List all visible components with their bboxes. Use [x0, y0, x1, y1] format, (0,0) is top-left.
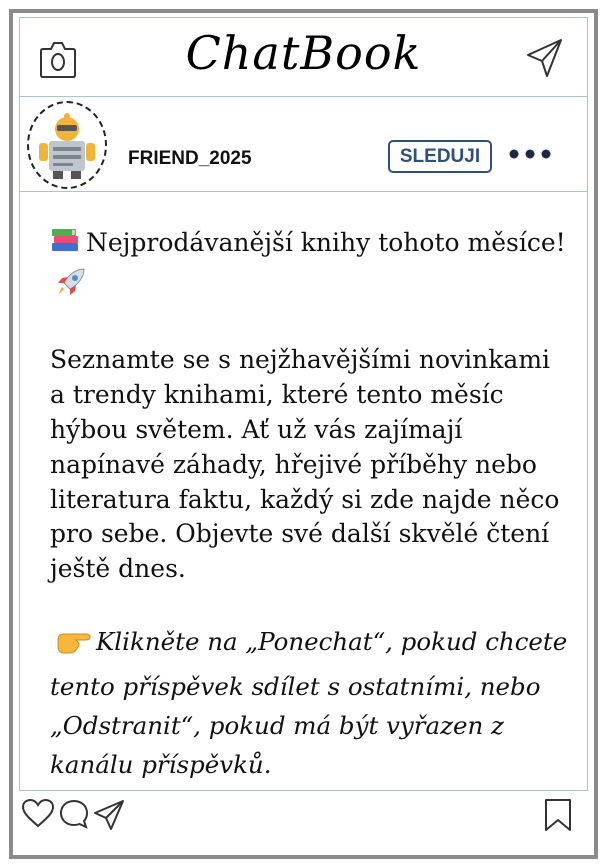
rocket-emoji-icon — [54, 265, 88, 309]
username[interactable]: FRIEND_2025 — [128, 148, 252, 170]
heart-icon[interactable] — [21, 798, 55, 832]
bookmark-icon[interactable] — [543, 798, 573, 836]
share-icon[interactable] — [92, 798, 126, 836]
follow-button[interactable]: SLEDUJI — [388, 140, 492, 173]
post-headline: Nejprodávanější knihy tohoto měsíce! — [86, 228, 566, 257]
action-bar — [20, 796, 587, 836]
app-header: ChatBook — [20, 18, 587, 97]
pointing-hand-icon — [56, 626, 94, 667]
avatar[interactable] — [27, 101, 107, 189]
post-headline-line: Nejprodávanější knihy tohoto měsíce! — [50, 225, 570, 309]
app-title: ChatBook — [185, 26, 422, 80]
books-emoji-icon — [50, 225, 82, 265]
more-dots-icon[interactable] — [508, 146, 552, 165]
paper-plane-icon[interactable] — [525, 37, 565, 83]
post-cta: Klikněte na „Ponechat“, pokud chcete ten… — [50, 626, 568, 779]
profile-bar: FRIEND_2025 SLEDUJI — [20, 96, 587, 192]
post-text: Nejprodávanější knihy tohoto měsíce! Sez… — [50, 225, 570, 784]
post-body: Seznamte se s nejžhavějšími novinkami a … — [50, 345, 560, 584]
comment-icon[interactable] — [58, 798, 90, 834]
post-cta-line: Klikněte na „Ponechat“, pokud chcete ten… — [50, 622, 570, 784]
